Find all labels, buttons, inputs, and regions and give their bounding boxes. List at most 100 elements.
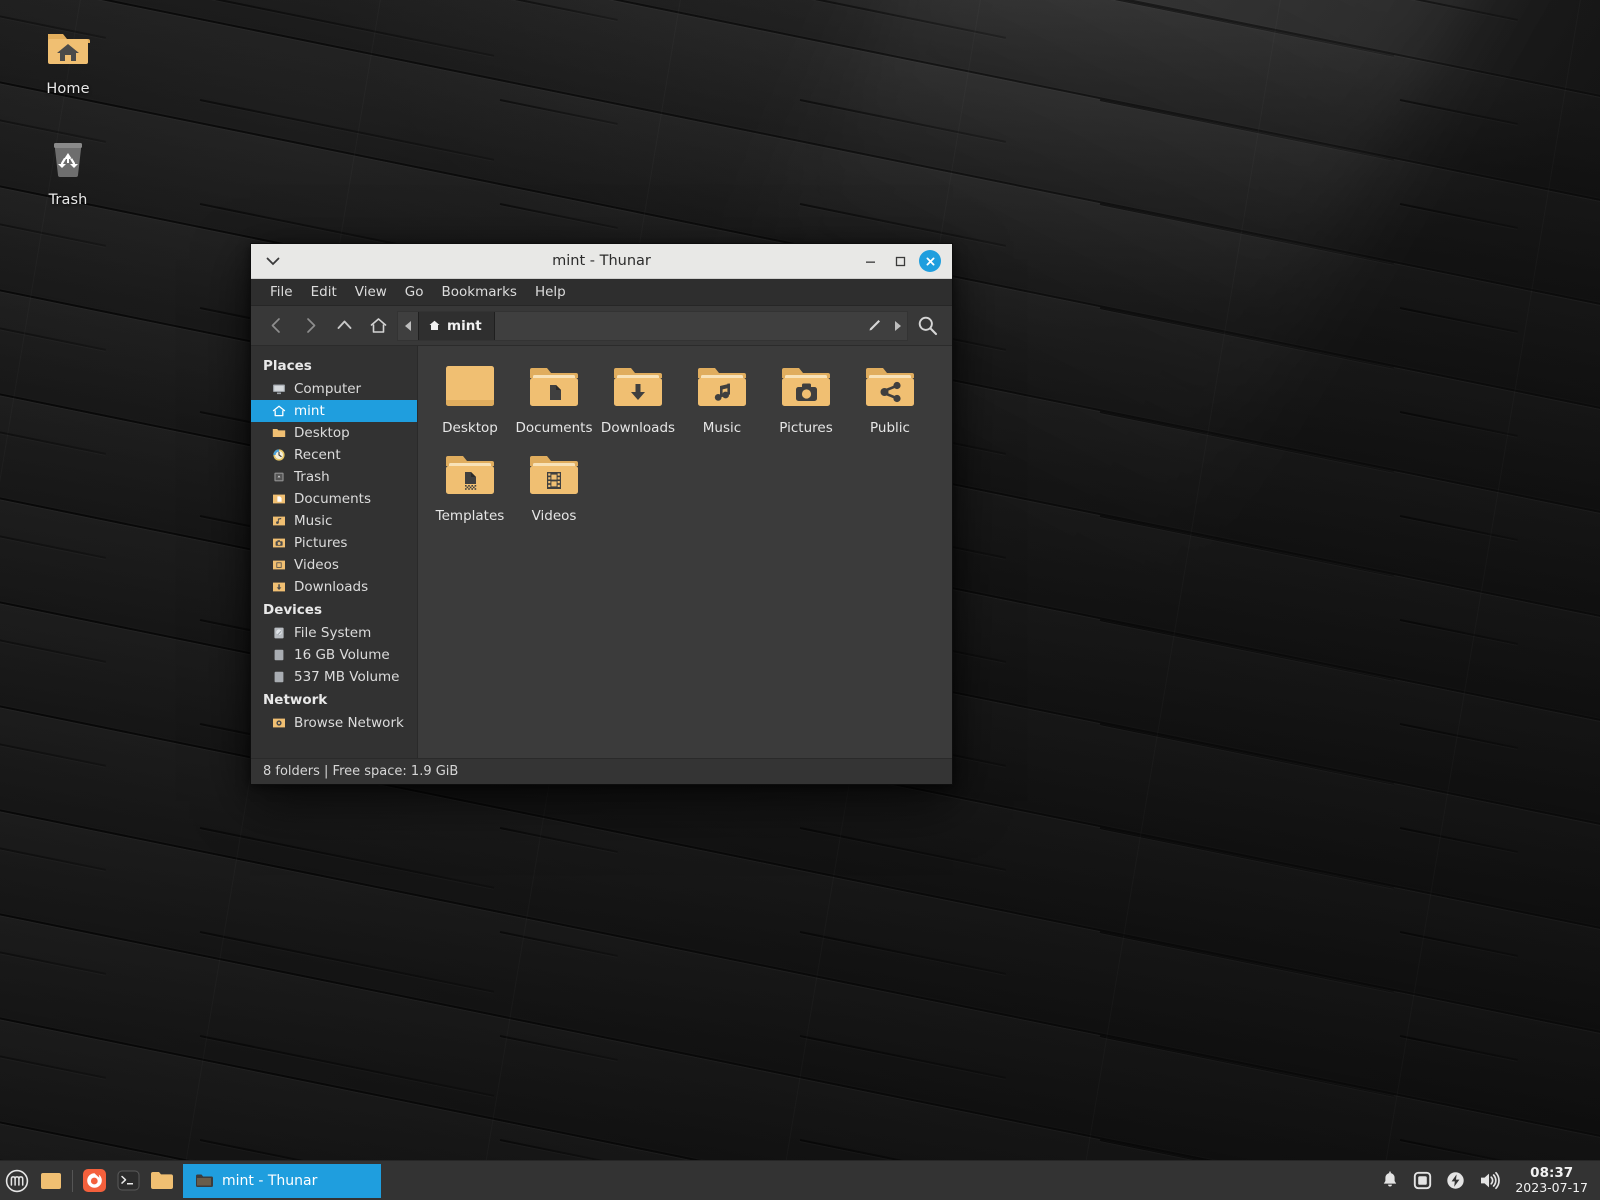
sidebar-item-browse-network[interactable]: Browse Network [251,712,417,734]
sidebar-item-16gb-volume[interactable]: 16 GB Volume [251,644,417,666]
sidebar-item-documents[interactable]: Documents [251,488,417,510]
display-icon[interactable] [1413,1171,1432,1190]
file-item-desktop[interactable]: Desktop [428,360,512,436]
caret-left-icon [404,320,411,331]
sidebar-item-label: Trash [294,469,330,485]
status-bar: 8 folders | Free space: 1.9 GiB [251,758,952,784]
sidebar-item-computer[interactable]: Computer [251,378,417,400]
sidebar[interactable]: Places Computer mint Desktop Recent Tras… [251,346,418,758]
taskbar-window-button-thunar[interactable]: mint - Thunar [183,1163,381,1198]
edit-path-button[interactable] [861,318,887,333]
launcher-files[interactable] [34,1161,68,1200]
folder-documents-icon [526,360,582,414]
recent-icon [271,447,287,463]
taskbar-panel[interactable]: mint - Thunar 08:37 2023-07-17 [0,1160,1600,1200]
power-icon[interactable] [1446,1171,1465,1190]
file-item-public[interactable]: Public [848,360,932,436]
folder-icon [271,425,287,441]
drive-icon [271,625,287,641]
file-item-label: Downloads [600,420,676,436]
minimize-button[interactable] [856,247,884,275]
sidebar-item-recent[interactable]: Recent [251,444,417,466]
maximize-icon [895,256,905,266]
file-item-pictures[interactable]: Pictures [764,360,848,436]
launcher-filemanager[interactable] [145,1161,179,1200]
minimize-icon [865,261,875,263]
sidebar-item-music[interactable]: Music [251,510,417,532]
sidebar-item-label: Recent [294,447,341,463]
clock[interactable]: 08:37 2023-07-17 [1515,1165,1588,1196]
launcher-firefox[interactable] [77,1161,111,1200]
launcher-terminal[interactable] [111,1161,145,1200]
close-icon [926,257,934,265]
pencil-icon [869,320,880,331]
panel-separator [72,1169,73,1192]
file-item-music[interactable]: Music [680,360,764,436]
file-item-documents[interactable]: Documents [512,360,596,436]
desktop-icon-trash[interactable]: Trash [13,133,123,208]
system-tray[interactable]: 08:37 2023-07-17 [1381,1165,1600,1196]
sidebar-item-label: Browse Network [294,715,404,731]
sidebar-item-label: Music [294,513,333,529]
network-icon [271,715,287,731]
pictures-icon [271,535,287,551]
pathbar-scroll-left[interactable] [398,312,418,340]
sidebar-item-file-system[interactable]: File System [251,622,417,644]
sidebar-item-desktop[interactable]: Desktop [251,422,417,444]
folder-videos-icon [526,448,582,502]
sidebar-item-label: mint [294,403,325,419]
sidebar-item-trash[interactable]: Trash [251,466,417,488]
sidebar-item-videos[interactable]: Videos [251,554,417,576]
file-item-videos[interactable]: Videos [512,448,596,524]
notifications-icon[interactable] [1381,1171,1399,1190]
menu-help[interactable]: Help [526,281,575,303]
up-icon [337,320,351,329]
menu-file[interactable]: File [261,281,302,303]
home-icon [429,320,440,330]
toolbar[interactable]: mint [251,306,952,346]
up-button[interactable] [327,309,361,343]
menu-button[interactable] [0,1161,34,1200]
maximize-button[interactable] [886,247,914,275]
folder-plain-icon [442,360,498,414]
sidebar-item-label: 16 GB Volume [294,647,390,663]
menubar[interactable]: File Edit View Go Bookmarks Help [251,279,952,306]
folder-public-icon [862,360,918,414]
forward-button[interactable] [293,309,327,343]
sidebar-item-pictures[interactable]: Pictures [251,532,417,554]
mint-logo-icon [5,1169,29,1192]
breadcrumb-mint[interactable]: mint [418,311,495,340]
file-list[interactable]: Desktop Documents Downloads Music Pictur… [418,346,952,758]
menu-bookmarks[interactable]: Bookmarks [433,281,526,303]
window-titlebar[interactable]: mint - Thunar [251,244,952,279]
file-item-label: Videos [531,508,577,524]
back-button[interactable] [259,309,293,343]
window-menu-button[interactable] [251,257,295,266]
home-button[interactable] [361,309,395,343]
path-bar[interactable]: mint [397,310,908,341]
file-item-label: Templates [435,508,505,524]
pathbar-scroll-right[interactable] [887,312,907,340]
file-item-label: Documents [515,420,593,436]
menu-view[interactable]: View [346,281,396,303]
menu-go[interactable]: Go [396,281,433,303]
close-button[interactable] [916,247,944,275]
back-icon [271,318,280,333]
file-item-templates[interactable]: Templates [428,448,512,524]
file-item-downloads[interactable]: Downloads [596,360,680,436]
videos-icon [271,557,287,573]
home-icon [370,318,386,333]
search-button[interactable] [910,309,944,343]
sidebar-item-537mb-volume[interactable]: 537 MB Volume [251,666,417,688]
menu-edit[interactable]: Edit [302,281,346,303]
sidebar-section-places: Places [263,358,312,374]
volume-icon[interactable] [1479,1171,1501,1190]
sidebar-item-downloads[interactable]: Downloads [251,576,417,598]
trash-icon [13,133,123,185]
desktop-icon-home[interactable]: Home [13,22,123,97]
sidebar-item-label: Documents [294,491,371,507]
thunar-window[interactable]: mint - Thunar File Edit View Go Bookmark… [250,243,953,785]
sidebar-item-mint[interactable]: mint [251,400,417,422]
window-title: mint - Thunar [552,253,651,269]
sidebar-item-label: Videos [294,557,339,573]
